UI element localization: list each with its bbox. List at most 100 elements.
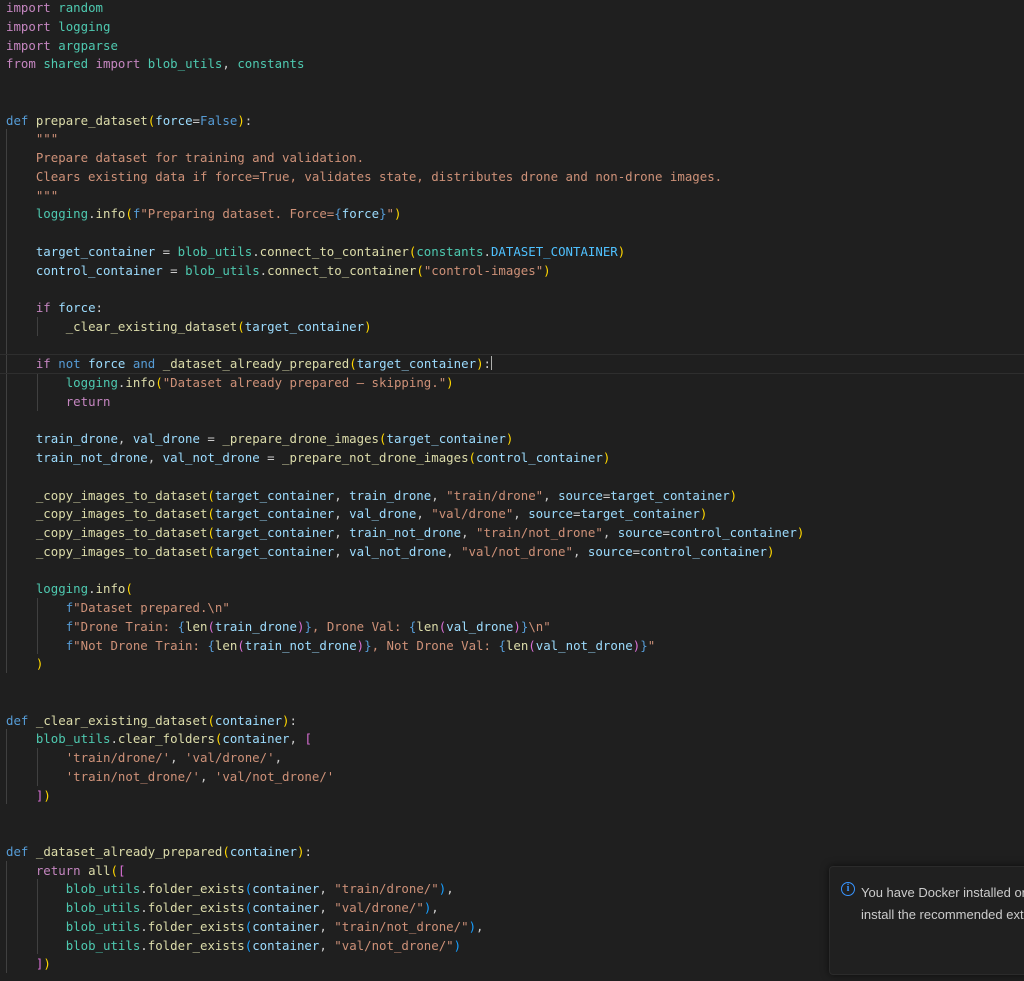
code-line[interactable]: logging.info("Dataset already prepared —… <box>6 375 454 394</box>
code-token: container <box>252 918 320 934</box>
code-token: , <box>543 487 559 503</box>
code-line[interactable]: ]) <box>6 956 51 975</box>
code-token: import <box>6 18 51 34</box>
code-token: val_not_drone <box>349 543 447 559</box>
code-token: logging <box>58 18 111 34</box>
code-line[interactable]: train_not_drone, val_not_drone = _prepar… <box>6 450 610 469</box>
code-line[interactable]: target_container = blob_utils.connect_to… <box>6 244 625 263</box>
code-token: blob_utils <box>65 881 141 897</box>
code-token: _prepare_drone_images <box>222 431 380 447</box>
code-token: "val/not_drone/" <box>334 937 454 953</box>
code-token: _prepare_not_drone_images <box>282 450 469 465</box>
code-token: . <box>252 243 260 259</box>
code-line[interactable]: """ <box>6 188 58 207</box>
code-line[interactable]: train_drone, val_drone = _prepare_drone_… <box>6 431 513 450</box>
code-token: constants <box>237 56 305 72</box>
code-token: blob_utils <box>35 731 111 747</box>
code-line[interactable]: ) <box>6 656 43 675</box>
code-line[interactable]: blob_utils.folder_exists(container, "tra… <box>6 919 484 938</box>
code-line[interactable]: control_container = blob_utils.connect_t… <box>6 263 551 282</box>
code-line[interactable]: _clear_existing_dataset(target_container… <box>6 319 372 338</box>
code-line[interactable]: return all([ <box>6 862 126 882</box>
code-token: random <box>58 0 103 15</box>
code-line[interactable]: logging.info(f"Preparing dataset. Force=… <box>6 206 402 225</box>
code-token: } <box>304 618 312 634</box>
code-line[interactable]: _copy_images_to_dataset(target_container… <box>6 506 707 525</box>
code-line[interactable]: import argparse <box>6 38 118 57</box>
code-line[interactable]: if not force and _dataset_already_prepar… <box>6 356 492 375</box>
code-line[interactable]: import random <box>6 0 103 19</box>
code-token: ( <box>207 487 215 503</box>
code-token: , <box>319 881 335 897</box>
code-token: 'train/not_drone/' <box>65 768 200 784</box>
code-token: "val/not_drone" <box>461 543 573 559</box>
code-line[interactable]: Prepare dataset for training and validat… <box>6 150 364 169</box>
code-token: [ <box>117 862 126 878</box>
code-token: , <box>602 525 618 540</box>
code-token: ( <box>207 525 215 540</box>
code-token: Prepare dataset for training and validat… <box>35 150 365 165</box>
code-token: "Drone Train: <box>73 618 178 634</box>
code-token: import <box>95 56 141 72</box>
code-token: ) <box>43 956 51 972</box>
code-token: blob_utils <box>147 56 223 72</box>
docker-notification-toast[interactable]: i You have Docker installed on install t… <box>829 866 1024 975</box>
code-token: _dataset_already_prepared <box>162 356 350 372</box>
code-line[interactable]: blob_utils.folder_exists(container, "tra… <box>6 881 454 900</box>
code-token: train_drone <box>214 618 297 634</box>
code-token: = <box>662 525 670 540</box>
code-line[interactable]: f"Drone Train: {len(train_drone)}, Drone… <box>6 619 551 638</box>
code-token: force <box>155 112 193 128</box>
code-token: , <box>572 543 588 559</box>
code-line[interactable]: f"Not Drone Train: {len(train_not_drone)… <box>6 638 655 657</box>
code-line[interactable]: _copy_images_to_dataset(target_container… <box>6 543 775 563</box>
code-line[interactable]: Clears existing data if force=True, vali… <box>6 169 722 188</box>
code-line[interactable]: logging.info( <box>6 581 133 600</box>
code-line[interactable]: blob_utils.clear_folders(container, [ <box>6 731 312 750</box>
code-token: = <box>155 243 178 259</box>
code-token: control_container <box>640 543 767 559</box>
notification-message: You have Docker installed on install the… <box>861 882 1024 926</box>
code-line[interactable]: blob_utils.folder_exists(container, "val… <box>6 900 439 919</box>
code-token: def <box>6 112 29 128</box>
code-line[interactable]: f"Dataset prepared.\n" <box>6 600 230 619</box>
code-line[interactable]: from shared import blob_utils, constants <box>6 56 304 75</box>
code-token: folder_exists <box>147 900 245 915</box>
code-line[interactable]: blob_utils.folder_exists(container, "val… <box>6 938 461 957</box>
code-line[interactable]: """ <box>6 131 58 150</box>
code-line[interactable]: def _clear_existing_dataset(container): <box>6 713 297 732</box>
code-token: def <box>6 843 29 859</box>
code-line[interactable]: def prepare_dataset(force=False): <box>6 113 252 132</box>
code-token: , Not Drone Val: <box>371 637 499 653</box>
code-token: clear_folders <box>117 731 215 747</box>
code-token: force <box>341 206 380 222</box>
code-token: " <box>386 206 394 222</box>
code-token: logging <box>65 375 118 390</box>
code-line[interactable]: _copy_images_to_dataset(target_container… <box>6 525 804 544</box>
code-token: . <box>88 206 96 222</box>
code-line[interactable]: return <box>6 394 111 413</box>
code-line[interactable]: 'train/not_drone/', 'val/not_drone/' <box>6 768 335 788</box>
code-line[interactable]: ]) <box>6 788 51 807</box>
code-line[interactable]: _copy_images_to_dataset(target_container… <box>6 488 737 507</box>
notification-message-line-2: install the recommended exte <box>861 907 1024 922</box>
code-line[interactable]: def _dataset_already_prepared(container)… <box>6 844 312 863</box>
code-token: _dataset_already_prepared <box>35 843 223 859</box>
code-line[interactable]: 'train/drone/', 'val/drone/', <box>6 750 282 769</box>
code-line[interactable]: import logging <box>6 19 110 38</box>
code-token: if <box>35 300 51 315</box>
code-token: . <box>140 881 148 897</box>
code-editor[interactable]: import random import logging import argpar… <box>0 0 1024 981</box>
code-token: , Drone Val: <box>311 618 409 634</box>
code-line[interactable]: if force: <box>6 300 103 319</box>
code-token: len <box>416 618 439 634</box>
code-token: target_container <box>214 487 335 503</box>
